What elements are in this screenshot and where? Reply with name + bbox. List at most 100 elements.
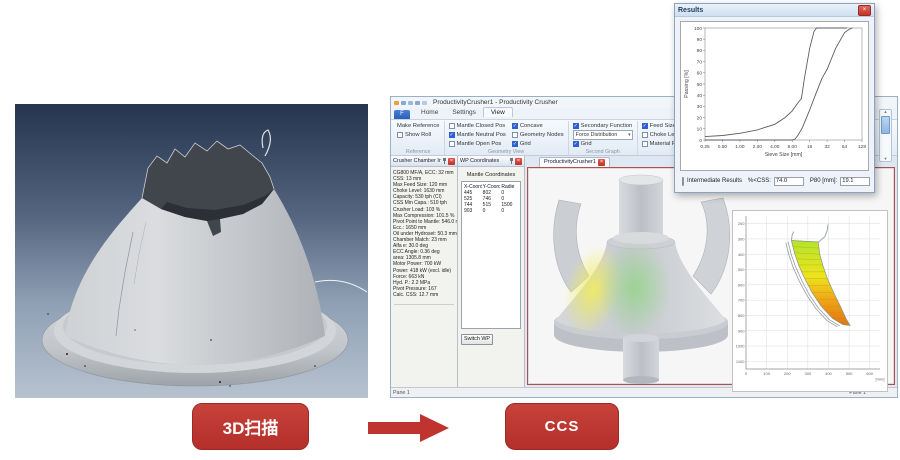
vertical-scrollbar[interactable]: ▲ ▼ bbox=[879, 109, 892, 162]
svg-text:40: 40 bbox=[697, 93, 703, 99]
svg-text:Sieve Size [mm]: Sieve Size [mm] bbox=[765, 152, 803, 158]
checkbox-geometry-nodes[interactable] bbox=[512, 132, 518, 138]
scroll-up-icon[interactable]: ▲ bbox=[880, 109, 891, 114]
svg-text:400: 400 bbox=[738, 252, 745, 257]
checkbox-choke-level[interactable] bbox=[642, 132, 648, 138]
svg-text:300: 300 bbox=[738, 236, 745, 241]
intermediate-results-label: Intermediate Results bbox=[687, 178, 742, 184]
close-icon[interactable]: × bbox=[858, 5, 871, 16]
chamber-info-body: CG800 MF/A, ECC: 32 mmCSS: 13 mmMax Feed… bbox=[391, 167, 457, 387]
quick-access-icon[interactable] bbox=[401, 101, 406, 105]
scroll-down-icon[interactable]: ▼ bbox=[880, 156, 891, 161]
css-label: %<CSS: bbox=[748, 178, 771, 184]
checkbox-material-flow[interactable] bbox=[642, 141, 648, 147]
divider bbox=[394, 304, 454, 305]
svg-text:300: 300 bbox=[805, 371, 812, 376]
dropdown-force-distribution[interactable]: Force Distribution▾ bbox=[573, 130, 633, 140]
svg-text:64: 64 bbox=[842, 144, 848, 150]
quick-access-icon[interactable] bbox=[408, 101, 413, 105]
tab-home[interactable]: Home bbox=[414, 108, 445, 117]
document-tab[interactable]: ProductivityCrusher1 × bbox=[539, 157, 610, 167]
info-line: Pivot Point to Mantle: 546.0 mm bbox=[393, 219, 455, 225]
checkbox-grid[interactable]: ✓ bbox=[573, 141, 579, 147]
svg-text:16: 16 bbox=[807, 144, 813, 150]
wp-panel-body: Mantle Coordinates X-CoordY-CoordRadie44… bbox=[458, 167, 524, 387]
scrollbar-thumb[interactable] bbox=[881, 116, 890, 134]
svg-text:600: 600 bbox=[866, 371, 873, 376]
chamber-view-area[interactable]: 0100200300400500600200300400500600700800… bbox=[527, 167, 895, 385]
svg-text:600: 600 bbox=[738, 282, 745, 287]
tab-settings[interactable]: Settings bbox=[445, 108, 483, 117]
ribbon-item-mantle-closed-pos[interactable]: Mantle Closed Pos bbox=[449, 122, 506, 129]
results-titlebar[interactable]: Results × bbox=[675, 4, 874, 17]
results-title: Results bbox=[678, 7, 858, 14]
tab-view[interactable]: View bbox=[483, 107, 513, 117]
results-window: Results × 0102030405060708090100Passing … bbox=[674, 3, 875, 193]
checkbox-secondary-function[interactable]: ✓ bbox=[573, 123, 579, 129]
label-ccs: CCS bbox=[505, 403, 619, 450]
close-icon[interactable]: × bbox=[598, 159, 605, 166]
svg-text:[mm]: [mm] bbox=[876, 377, 885, 382]
label-3d-scan-text: 3D扫描 bbox=[223, 414, 279, 439]
close-icon[interactable]: × bbox=[448, 158, 455, 165]
info-line: Calc. CSS: 12.7 mm bbox=[393, 292, 455, 298]
svg-text:30: 30 bbox=[697, 104, 703, 110]
pin-icon[interactable] bbox=[442, 158, 447, 164]
ribbon-group-geometry-view: Mantle Closed Pos ✓Mantle Neutral Pos Mant… bbox=[445, 121, 569, 155]
label-3d-scan: 3D扫描 bbox=[192, 403, 309, 450]
p80-value-field[interactable] bbox=[840, 177, 870, 186]
pin-icon[interactable] bbox=[509, 158, 514, 164]
svg-text:128: 128 bbox=[858, 144, 866, 150]
svg-text:4.00: 4.00 bbox=[770, 144, 780, 150]
checkbox-feed-size[interactable]: ✓ bbox=[642, 123, 648, 129]
table-row[interactable]: 90300 bbox=[463, 208, 519, 214]
svg-text:100: 100 bbox=[694, 26, 702, 32]
svg-text:Passing [%]: Passing [%] bbox=[684, 70, 690, 98]
svg-text:0: 0 bbox=[699, 138, 702, 144]
ribbon-item-geometry-nodes[interactable]: Geometry Nodes bbox=[512, 131, 564, 138]
file-tab[interactable]: F bbox=[394, 110, 410, 119]
svg-text:900: 900 bbox=[738, 328, 745, 333]
checkbox-grid[interactable]: ✓ bbox=[512, 141, 518, 147]
chamber-info-title: Crusher Chamber Info. bbox=[393, 158, 441, 164]
ribbon-item-secondary-function[interactable]: ✓Secondary Function bbox=[573, 122, 633, 129]
svg-text:0: 0 bbox=[745, 371, 748, 376]
ribbon-item-mantle-open-pos[interactable]: Mantle Open Pos bbox=[449, 140, 506, 147]
ribbon-item-make-reference[interactable]: Make Reference bbox=[397, 122, 440, 129]
svg-text:1000: 1000 bbox=[736, 344, 746, 349]
svg-text:1.00: 1.00 bbox=[735, 144, 745, 150]
ribbon-item-show-roll[interactable]: Show Roll bbox=[397, 131, 440, 138]
close-icon[interactable]: × bbox=[515, 158, 522, 165]
checkbox-mantle-open-pos[interactable] bbox=[449, 141, 455, 147]
wp-coordinates-table[interactable]: X-CoordY-CoordRadie445802052574607445151… bbox=[461, 181, 521, 329]
svg-text:90: 90 bbox=[697, 37, 703, 43]
flow-arrow-icon bbox=[368, 412, 450, 444]
svg-text:200: 200 bbox=[738, 221, 745, 226]
info-line: CSS Min Capa.: 510 tph bbox=[393, 200, 455, 206]
series-concave-top-edge bbox=[819, 224, 828, 242]
checkbox-mantle-neutral-pos[interactable]: ✓ bbox=[449, 132, 455, 138]
css-value-field[interactable] bbox=[774, 177, 804, 186]
checkbox-show-roll[interactable] bbox=[397, 132, 403, 138]
wp-panel-title: WP Coordinates bbox=[460, 158, 508, 164]
svg-text:80: 80 bbox=[697, 48, 703, 54]
ribbon-item-mantle-neutral-pos[interactable]: ✓Mantle Neutral Pos bbox=[449, 131, 506, 138]
ribbon-item-grid[interactable]: ✓Grid bbox=[573, 140, 633, 147]
ribbon-item-force-distribution[interactable]: Force Distribution▾ bbox=[573, 131, 633, 138]
ribbon-group-second-graph: ✓Secondary Function Force Distribution▾ ✓G… bbox=[569, 121, 638, 155]
svg-text:20: 20 bbox=[697, 115, 703, 121]
switch-wp-button[interactable]: Switch WP bbox=[461, 334, 493, 345]
svg-text:500: 500 bbox=[738, 267, 745, 272]
sieve-chart: 0102030405060708090100Passing [%]0.250.5… bbox=[680, 21, 869, 171]
svg-text:200: 200 bbox=[784, 371, 791, 376]
checkbox-mantle-closed-pos[interactable] bbox=[449, 123, 455, 129]
checkbox-concave[interactable]: ✓ bbox=[512, 123, 518, 129]
app-logo-icon bbox=[394, 101, 399, 105]
status-left: Pane 1 bbox=[393, 390, 410, 396]
ribbon-item-concave[interactable]: ✓Concave bbox=[512, 122, 564, 129]
svg-text:10: 10 bbox=[697, 127, 703, 133]
svg-text:2.00: 2.00 bbox=[753, 144, 763, 150]
ribbon-item-grid[interactable]: ✓Grid bbox=[512, 140, 564, 147]
intermediate-results-checkbox[interactable] bbox=[682, 177, 684, 186]
wp-coordinates-panel: WP Coordinates × Mantle Coordinates X-Co… bbox=[458, 156, 525, 387]
